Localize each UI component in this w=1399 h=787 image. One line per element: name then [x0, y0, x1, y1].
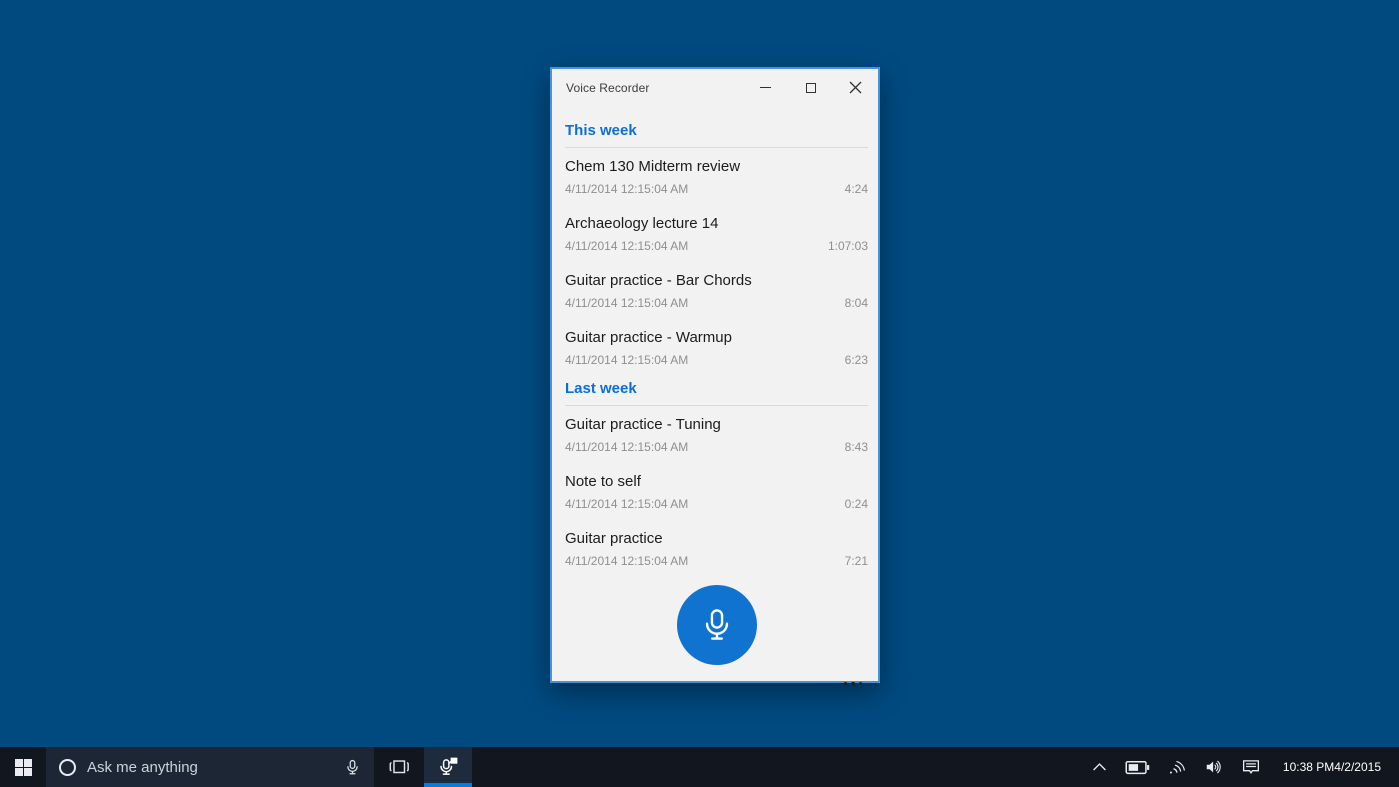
cortana-icon [59, 759, 76, 776]
section-header-this-week: This week [565, 122, 868, 148]
recording-datetime: 4/11/2014 12:15:04 AM [565, 353, 688, 368]
recording-title: Guitar practice - Bar Chords [565, 271, 868, 290]
start-button[interactable] [0, 747, 46, 787]
recording-duration: 0:24 [845, 497, 868, 512]
search-microphone-icon[interactable] [344, 759, 361, 776]
recording-datetime: 4/11/2014 12:15:04 AM [565, 497, 688, 512]
battery-button[interactable] [1123, 758, 1152, 777]
action-center-button[interactable] [1239, 756, 1263, 778]
microphone-icon [698, 606, 736, 644]
close-button[interactable] [833, 69, 878, 106]
clock-time: 10:38 PM [1283, 760, 1334, 774]
task-view-button[interactable] [374, 747, 424, 787]
volume-icon [1203, 758, 1224, 776]
recording-datetime: 4/11/2014 12:15:04 AM [565, 239, 688, 254]
maximize-button[interactable] [788, 69, 833, 106]
close-icon [849, 81, 862, 94]
minimize-button[interactable] [743, 69, 788, 106]
active-app-indicator [424, 783, 472, 787]
recording-datetime: 4/11/2014 12:15:04 AM [565, 554, 688, 569]
windows-logo-icon [15, 759, 32, 776]
cortana-search-box[interactable] [46, 747, 374, 787]
recording-item[interactable]: Archaeology lecture 14 4/11/2014 12:15:0… [565, 205, 868, 262]
minimize-icon [760, 87, 771, 89]
recording-duration: 8:43 [845, 440, 868, 455]
battery-icon [1125, 760, 1150, 775]
recording-title: Guitar practice - Tuning [565, 415, 868, 434]
taskbar-voice-recorder-button[interactable] [424, 747, 472, 787]
recording-duration: 1:07:03 [828, 239, 868, 254]
window-title: Voice Recorder [566, 81, 649, 95]
recording-title: Note to self [565, 472, 868, 491]
titlebar[interactable]: Voice Recorder [552, 69, 878, 106]
wifi-button[interactable] [1165, 757, 1188, 777]
ellipsis-icon [844, 682, 848, 686]
recording-item[interactable]: Guitar practice - Warmup 4/11/2014 12:15… [565, 319, 868, 376]
recording-duration: 6:23 [845, 353, 868, 368]
recording-title: Archaeology lecture 14 [565, 214, 868, 233]
recording-datetime: 4/11/2014 12:15:04 AM [565, 182, 688, 197]
task-view-icon [388, 756, 410, 778]
clock[interactable]: 10:38 PM 4/2/2015 [1281, 758, 1383, 776]
volume-button[interactable] [1201, 756, 1226, 778]
recording-duration: 8:04 [845, 296, 868, 311]
search-input[interactable] [87, 759, 333, 776]
see-more-button[interactable] [840, 678, 867, 690]
action-center-icon [1241, 758, 1261, 776]
recording-title: Guitar practice [565, 529, 868, 548]
chevron-up-icon [1091, 760, 1108, 774]
window-controls [743, 69, 878, 106]
maximize-icon [806, 83, 816, 93]
recording-duration: 7:21 [845, 554, 868, 569]
recording-item[interactable]: Guitar practice - Tuning 4/11/2014 12:15… [565, 406, 868, 463]
recordings-list: This week Chem 130 Midterm review 4/11/2… [552, 122, 878, 699]
recording-title: Chem 130 Midterm review [565, 157, 868, 176]
system-tray: 10:38 PM 4/2/2015 [1089, 747, 1399, 787]
taskbar: 10:38 PM 4/2/2015 [0, 747, 1399, 787]
recording-duration: 4:24 [845, 182, 868, 197]
wifi-icon [1166, 759, 1187, 775]
show-hidden-icons-button[interactable] [1089, 758, 1110, 776]
record-button[interactable] [677, 585, 757, 665]
recording-item[interactable]: Note to self 4/11/2014 12:15:04 AM 0:24 [565, 463, 868, 520]
taskbar-empty-area [472, 747, 1089, 787]
recording-item[interactable]: Guitar practice - Bar Chords 4/11/2014 1… [565, 262, 868, 319]
recording-title: Guitar practice - Warmup [565, 328, 868, 347]
recording-item[interactable]: Chem 130 Midterm review 4/11/2014 12:15:… [565, 148, 868, 205]
recording-item[interactable]: Guitar practice 4/11/2014 12:15:04 AM 7:… [565, 520, 868, 577]
clock-date: 4/2/2015 [1334, 760, 1381, 774]
voice-recorder-window: Voice Recorder This week Chem 130 Midter… [550, 67, 880, 683]
voice-recorder-icon [437, 756, 459, 778]
section-header-last-week: Last week [565, 380, 868, 406]
recording-datetime: 4/11/2014 12:15:04 AM [565, 440, 688, 455]
recording-datetime: 4/11/2014 12:15:04 AM [565, 296, 688, 311]
